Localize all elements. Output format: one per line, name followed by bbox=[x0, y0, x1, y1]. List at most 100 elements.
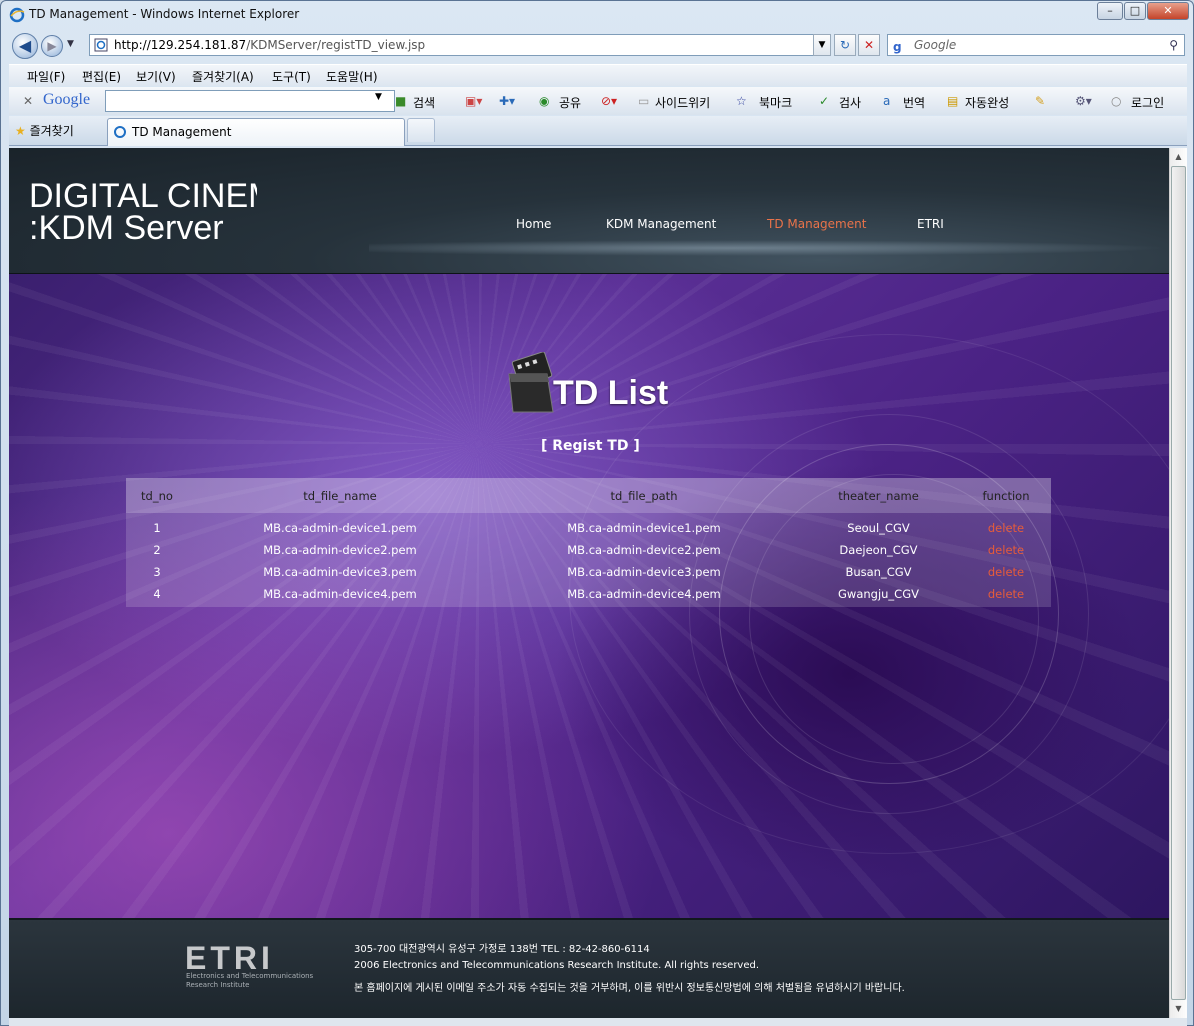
sidewiki-button[interactable]: 사이드위키 bbox=[655, 94, 710, 111]
menu-view[interactable]: 보기(V) bbox=[136, 68, 176, 85]
scroll-down-icon[interactable]: ▼ bbox=[1171, 1001, 1186, 1017]
google-g-icon: g bbox=[893, 40, 902, 54]
address-bar[interactable]: http://129.254.181.87/KDMServer/registTD… bbox=[89, 34, 831, 56]
sidewiki-icon: ▭ bbox=[638, 94, 650, 108]
close-button[interactable]: ✕ bbox=[1147, 2, 1189, 20]
footer-copyright: 2006 Electronics and Telecommunications … bbox=[354, 960, 760, 971]
scroll-thumb[interactable] bbox=[1171, 166, 1186, 1000]
theater-name-cell: Busan_CGV bbox=[845, 565, 912, 579]
theater-name-cell: Daejeon_CGV bbox=[839, 543, 918, 557]
spellcheck-icon: ✓ bbox=[819, 94, 830, 108]
add-icon[interactable]: ✚▾ bbox=[499, 94, 515, 108]
footer-address: 305-700 대전광역시 유성구 가정로 138번 TEL : 82-42-8… bbox=[354, 944, 650, 955]
td-file-name-cell: MB.ca-admin-device2.pem bbox=[263, 543, 417, 557]
table-row: 4 MB.ca-admin-device4.pem MB.ca-admin-de… bbox=[126, 583, 1051, 605]
td-list-table: td_no td_file_name td_file_path theater_… bbox=[126, 478, 1051, 607]
minimize-button[interactable]: – bbox=[1097, 2, 1123, 20]
site-logo-line2[interactable]: :KDM Server bbox=[29, 210, 224, 246]
nav-kdm-management[interactable]: KDM Management bbox=[606, 217, 716, 231]
td-file-path-cell: MB.ca-admin-device1.pem bbox=[567, 521, 721, 535]
bookmark-star-icon: ☆ bbox=[736, 94, 747, 108]
tab-td-management[interactable]: TD Management bbox=[107, 118, 405, 146]
column-header: function bbox=[982, 488, 1030, 503]
nav-home[interactable]: Home bbox=[516, 217, 551, 231]
tab-page-icon bbox=[114, 126, 126, 138]
forward-button[interactable]: ▶ bbox=[41, 35, 63, 57]
login-circle-icon: ○ bbox=[1111, 94, 1122, 108]
td-file-path-cell: MB.ca-admin-device3.pem bbox=[567, 565, 721, 579]
translate-button[interactable]: 번역 bbox=[903, 94, 925, 111]
site-footer: ETRI Electronics and Telecommunications … bbox=[9, 918, 1169, 1018]
column-header: td_no bbox=[141, 488, 173, 503]
regist-td-link[interactable]: [ Regist TD ] bbox=[541, 438, 640, 454]
nav-etri[interactable]: ETRI bbox=[917, 217, 944, 231]
google-search-button[interactable]: 검색 bbox=[413, 94, 435, 111]
td-file-name-cell: MB.ca-admin-device1.pem bbox=[263, 521, 417, 535]
google-toolbar: ✕ Google ▼ ■ 검색 ▣▾ ✚▾ ◉ 공유 ⊘▾ ▭ 사이드위키 ☆ … bbox=[9, 87, 1187, 115]
column-header: td_file_name bbox=[303, 488, 377, 503]
google-search-dropdown-icon[interactable]: ▼ bbox=[375, 92, 382, 102]
tab-label: TD Management bbox=[132, 125, 232, 139]
page-viewport: DIGITAL CINEMA :KDM Server Home KDM Mana… bbox=[9, 148, 1169, 1018]
etri-logo-subtitle: Electronics and Telecommunications Resea… bbox=[186, 972, 314, 989]
autofill-button[interactable]: 자동완성 bbox=[965, 94, 1009, 111]
address-dropdown-icon[interactable]: ▼ bbox=[813, 34, 831, 56]
search-placeholder: Google bbox=[914, 38, 957, 52]
toolbar-close-icon[interactable]: ✕ bbox=[23, 94, 33, 108]
td-file-name-cell: MB.ca-admin-device4.pem bbox=[263, 587, 417, 601]
td-file-name-cell: MB.ca-admin-device3.pem bbox=[263, 565, 417, 579]
news-icon[interactable]: ▣▾ bbox=[465, 94, 482, 108]
browser-window: TD Management - Windows Internet Explore… bbox=[0, 0, 1194, 1026]
td-no-cell: 4 bbox=[153, 587, 161, 601]
highlight-icon[interactable]: ✎ bbox=[1035, 94, 1045, 108]
menu-help[interactable]: 도움말(H) bbox=[326, 68, 378, 85]
ie-icon bbox=[9, 7, 25, 23]
delete-link[interactable]: delete bbox=[961, 517, 1051, 539]
delete-link[interactable]: delete bbox=[961, 583, 1051, 605]
back-button[interactable]: ◀ bbox=[12, 33, 38, 59]
menu-favorites[interactable]: 즐겨찾기(A) bbox=[192, 68, 254, 85]
spellcheck-button[interactable]: 검사 bbox=[839, 94, 861, 111]
settings-wrench-icon[interactable]: ⚙▾ bbox=[1075, 94, 1092, 108]
google-logo: Google bbox=[43, 91, 91, 108]
menu-edit[interactable]: 편집(E) bbox=[82, 68, 121, 85]
tab-bar: ★ 즐겨찾기 TD Management bbox=[9, 116, 1187, 146]
search-input[interactable]: g Google ⚲ bbox=[887, 34, 1185, 56]
menu-file[interactable]: 파일(F) bbox=[27, 68, 65, 85]
table-header-row: td_no td_file_name td_file_path theater_… bbox=[126, 478, 1051, 513]
page-icon bbox=[94, 38, 108, 52]
bookmark-button[interactable]: 북마크 bbox=[759, 94, 792, 111]
stop-icon[interactable]: ✕ bbox=[858, 34, 880, 56]
table-row: 1 MB.ca-admin-device1.pem MB.ca-admin-de… bbox=[126, 517, 1051, 539]
google-search-input[interactable] bbox=[105, 90, 395, 112]
title-bar: TD Management - Windows Internet Explore… bbox=[1, 1, 1193, 29]
td-no-cell: 1 bbox=[153, 521, 161, 535]
share-icon: ◉ bbox=[539, 94, 550, 108]
site-header: DIGITAL CINEMA :KDM Server Home KDM Mana… bbox=[9, 148, 1169, 274]
delete-link[interactable]: delete bbox=[961, 561, 1051, 583]
column-header: td_file_path bbox=[610, 488, 678, 503]
window-title: TD Management - Windows Internet Explore… bbox=[29, 7, 300, 21]
refresh-icon[interactable]: ↻ bbox=[834, 34, 856, 56]
favorites-button[interactable]: ★ 즐겨찾기 bbox=[15, 122, 74, 139]
share-button[interactable]: 공유 bbox=[559, 94, 581, 111]
vertical-scrollbar[interactable]: ▲ ▼ bbox=[1169, 148, 1187, 1018]
search-icon[interactable]: ⚲ bbox=[1169, 35, 1178, 55]
new-tab-button[interactable] bbox=[407, 118, 435, 142]
td-no-cell: 2 bbox=[153, 543, 161, 557]
scroll-up-icon[interactable]: ▲ bbox=[1171, 149, 1186, 165]
footer-notice: 본 홈페이지에 게시된 이메일 주소가 자동 수집되는 것을 거부하며, 이를 … bbox=[354, 983, 905, 994]
menu-tools[interactable]: 도구(T) bbox=[272, 68, 311, 85]
main-content: TD List [ Regist TD ] td_no td_file_name… bbox=[9, 274, 1169, 918]
recent-pages-dropdown-icon[interactable]: ▼ bbox=[67, 39, 74, 49]
popup-blocker-icon[interactable]: ⊘▾ bbox=[601, 94, 617, 108]
status-bar bbox=[9, 1018, 1187, 1026]
login-button[interactable]: 로그인 bbox=[1131, 94, 1164, 111]
autofill-icon: ▤ bbox=[947, 94, 959, 108]
delete-link[interactable]: delete bbox=[961, 539, 1051, 561]
nav-td-management[interactable]: TD Management bbox=[767, 217, 866, 231]
favorites-label: 즐겨찾기 bbox=[29, 124, 74, 138]
page-title: TD List bbox=[553, 374, 669, 412]
td-file-path-cell: MB.ca-admin-device4.pem bbox=[567, 587, 721, 601]
maximize-button[interactable]: □ bbox=[1124, 2, 1146, 20]
